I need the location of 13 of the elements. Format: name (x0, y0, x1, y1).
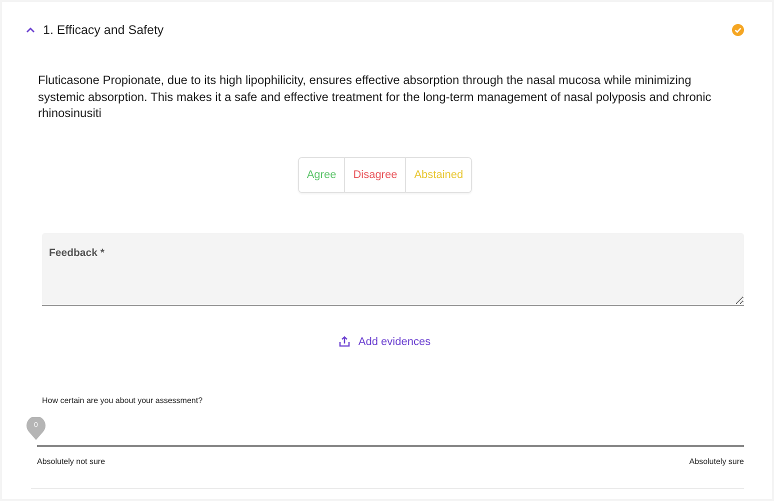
feedback-field[interactable] (42, 232, 744, 306)
chevron-icon[interactable] (26, 27, 35, 33)
max-label: Absolutely sure (689, 456, 744, 466)
upload-icon (339, 336, 350, 347)
min-label: Absolutely not sure (37, 456, 106, 466)
vote-option[interactable]: Disagree (344, 158, 406, 192)
add-evidences-link[interactable]: Add evidences (339, 336, 431, 348)
certainty-question: How certain are you about your assessment? (42, 396, 204, 404)
feedback-label: Feedback * (49, 246, 104, 258)
statement-text: Fluticasone Propionate, due to its high lipophilicity, ensures effective absorption through the nasal mucosa while minimizing systemic absorption. This makes it a safe and effective treatment for the long-term management of nasal polyposis and chronic rhinosinusiti (38, 72, 712, 122)
vote-option[interactable]: Abstained (405, 158, 472, 192)
vote-option[interactable]: Agree (298, 158, 344, 192)
section-title: 1. Efficacy and Safety (43, 23, 165, 37)
